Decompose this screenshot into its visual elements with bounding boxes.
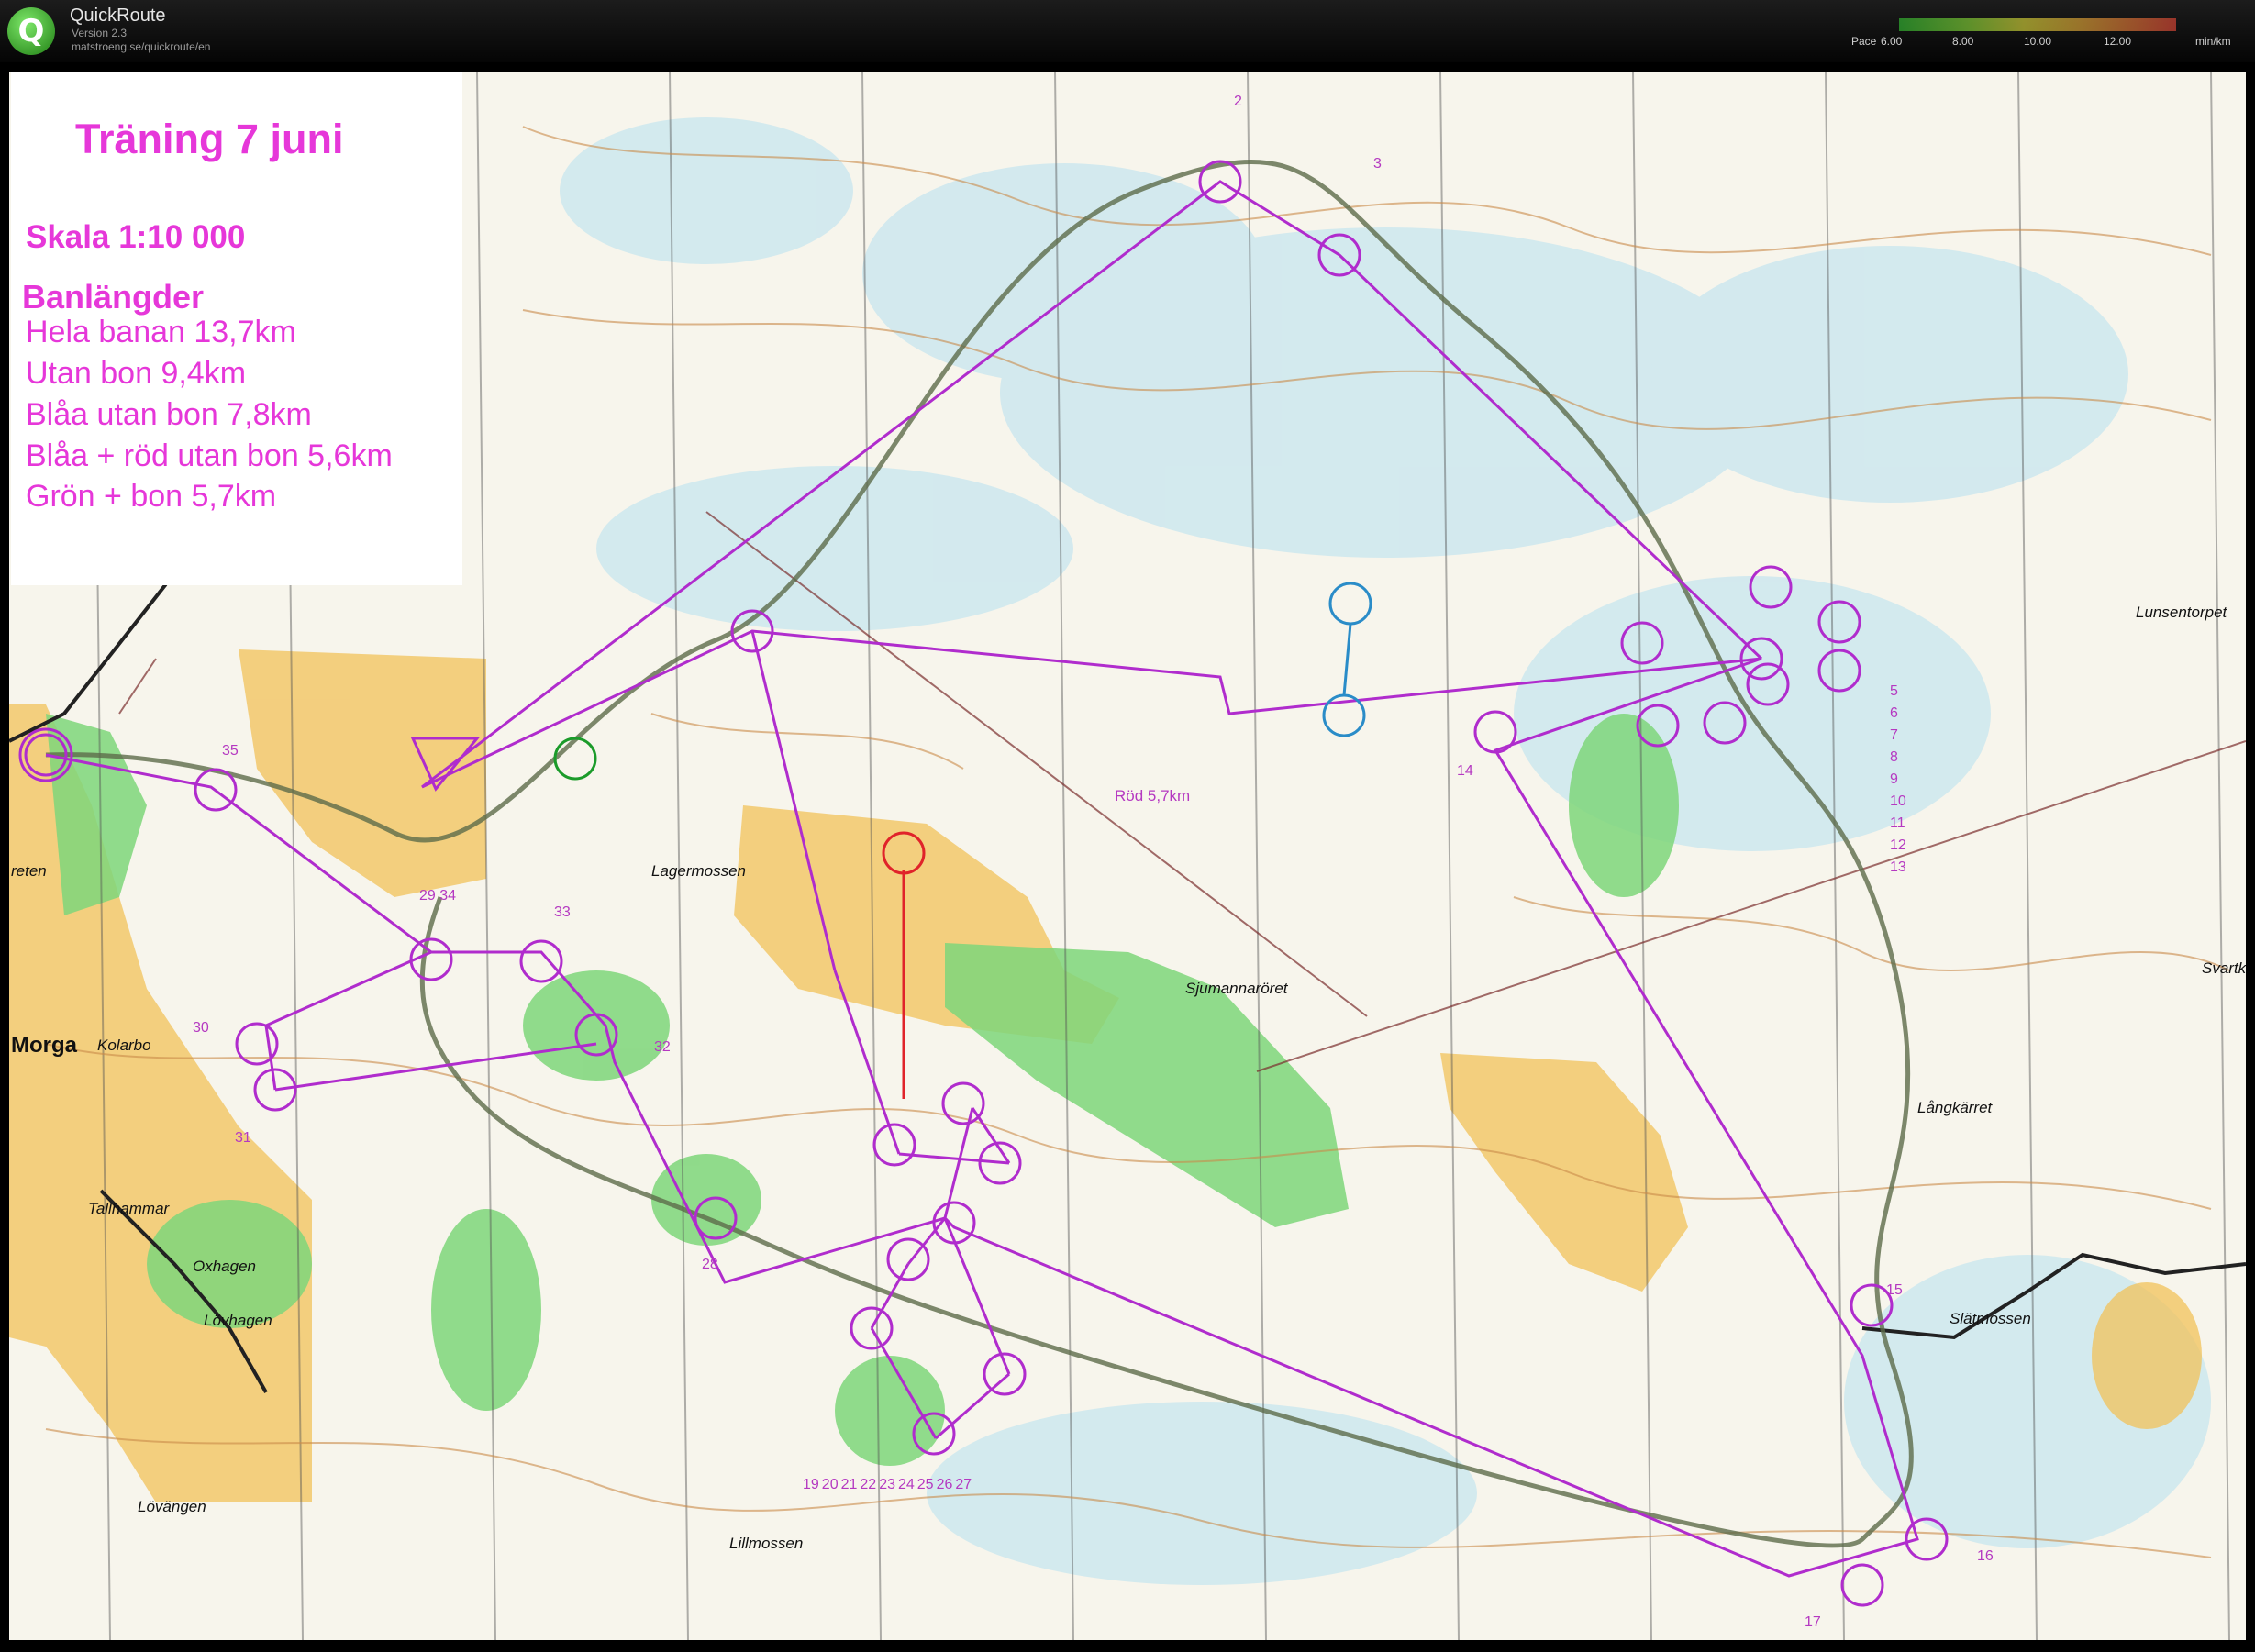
place-sjumannaroret: Sjumannaröret <box>1185 980 1288 997</box>
legend-heading: Banlängder <box>22 278 205 316</box>
legend-line: Blåa + röd utan bon 5,6km <box>26 438 393 473</box>
control-number: 35 <box>222 743 239 759</box>
place-oxhagen: Oxhagen <box>193 1258 256 1275</box>
legend-scale: Skala 1:10 000 <box>26 219 246 255</box>
control-number: 30 <box>193 1020 209 1036</box>
control-number: 27 <box>955 1477 972 1492</box>
control-number: 3 <box>1373 156 1382 172</box>
course-legend: Träning 7 juni Skala 1:10 000 Banlängder… <box>11 72 462 585</box>
control-number: 9 <box>1890 771 1898 787</box>
quickroute-logo-icon: Q <box>7 7 55 55</box>
app-url: matstroeng.se/quickroute/en <box>72 40 211 53</box>
legend-line: Blåa utan bon 7,8km <box>26 397 312 432</box>
place-lovangen: Lövängen <box>138 1498 206 1515</box>
control-number: 12 <box>1890 837 1906 853</box>
control-number: 6 <box>1890 705 1898 721</box>
title-bar: Q QuickRoute Version 2.3 matstroeng.se/q… <box>0 0 2255 62</box>
place-reten: reten <box>11 862 47 880</box>
control-number: 15 <box>1886 1282 1903 1298</box>
place-langkarret: Långkärret <box>1917 1099 1993 1116</box>
place-lagermossen: Lagermossen <box>651 862 747 880</box>
control-number: 33 <box>554 904 571 920</box>
blue-course-controls <box>1322 582 1372 737</box>
pace-unit: min/km <box>2195 35 2231 48</box>
pace-tick: 12.00 <box>2104 35 2132 48</box>
control-sequence-5-13: 5 6 7 8 9 10 11 12 13 <box>1890 681 1906 879</box>
control-number: 32 <box>654 1039 671 1055</box>
control-number: 25 <box>916 1477 934 1492</box>
legend-line: Hela banan 13,7km <box>26 315 296 349</box>
legend-line: Utan bon 9,4km <box>26 356 247 391</box>
control-number: 28 <box>702 1257 718 1272</box>
place-morga: Morga <box>11 1033 77 1058</box>
control-number: 16 <box>1977 1548 1994 1564</box>
place-lillmossen: Lillmossen <box>729 1535 804 1552</box>
place-svartk: Svartk <box>2202 959 2246 977</box>
control-number: 11 <box>1890 815 1905 831</box>
app-version: Version 2.3 <box>72 27 128 39</box>
control-number: 26 <box>936 1477 953 1492</box>
place-lunsentorpet: Lunsentorpet <box>2136 604 2227 621</box>
pace-color-scale <box>1899 18 2176 31</box>
control-number: 13 <box>1890 859 1906 875</box>
green-course-control <box>553 737 597 781</box>
control-number: 31 <box>235 1130 251 1146</box>
pace-tick: 10.00 <box>2024 35 2052 48</box>
control-number: 14 <box>1457 763 1473 779</box>
place-slatmossen: Slätmossen <box>1950 1310 2031 1327</box>
place-lovhagen: Lövhagen <box>204 1312 272 1329</box>
control-number: 7 <box>1890 727 1898 743</box>
place-kolarbo: Kolarbo <box>97 1037 151 1054</box>
legend-title: Träning 7 juni <box>75 116 344 162</box>
pace-label: Pace <box>1851 35 1877 48</box>
control-number: 5 <box>1890 683 1898 699</box>
legend-line: Grön + bon 5,7km <box>26 479 277 514</box>
app-title: QuickRoute <box>70 6 166 26</box>
place-tallhammar: Tallhammar <box>88 1200 170 1217</box>
control-sequence-19-27: 19 20 21 22 23 24 25 26 27 <box>803 1477 972 1493</box>
control-number: 20 <box>821 1477 839 1492</box>
control-number: 17 <box>1805 1614 1821 1630</box>
control-number: 23 <box>879 1477 895 1492</box>
control-number: 19 <box>803 1477 819 1492</box>
control-number: 22 <box>860 1477 877 1492</box>
pace-tick: 8.00 <box>1952 35 1974 48</box>
control-number: 8 <box>1890 749 1898 765</box>
control-number: 24 <box>897 1477 915 1492</box>
route-label-red: Röd 5,7km <box>1115 787 1191 804</box>
control-number: 21 <box>840 1477 858 1492</box>
pace-tick: 6.00 <box>1881 35 1903 48</box>
control-number: 29 34 <box>419 888 457 904</box>
control-number: 10 <box>1890 793 1906 809</box>
pace-ticks: 6.00 8.00 10.00 12.00 <box>1881 35 2211 50</box>
control-number: 2 <box>1234 94 1242 109</box>
